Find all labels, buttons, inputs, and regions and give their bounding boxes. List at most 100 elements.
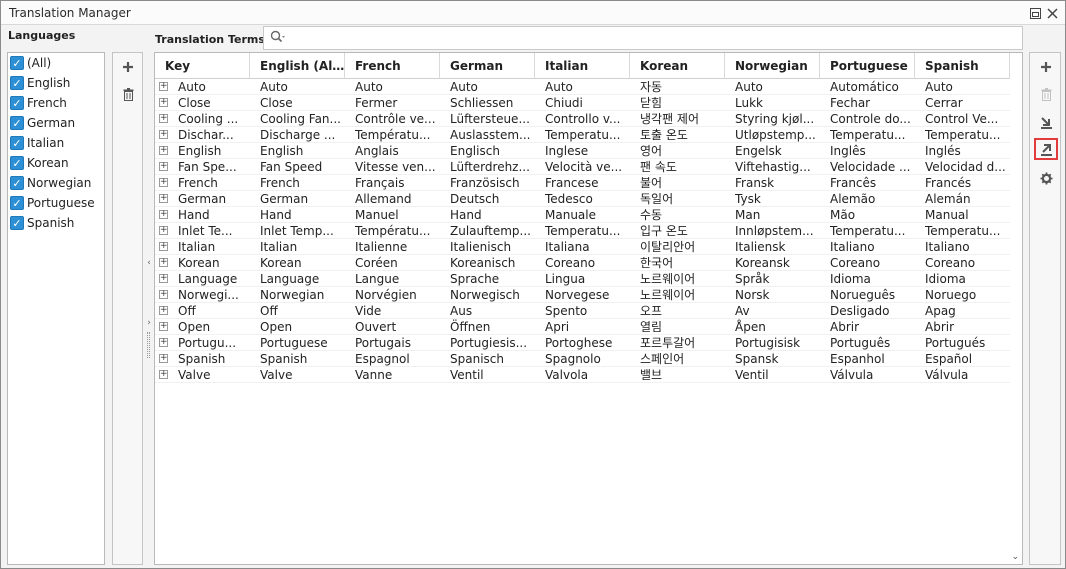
table-row[interactable]: + Valve Valve Vanne Ventil Valvola 밸브 Ventil Vál… [155, 367, 1010, 383]
language-item-all[interactable]: ✓ (All) [10, 54, 51, 72]
translation-cell[interactable]: Francese [535, 175, 630, 191]
translation-cell[interactable]: Spanisch [440, 351, 535, 367]
splitter-grip[interactable] [147, 332, 150, 358]
translation-cell[interactable]: Temperatu... [820, 223, 915, 239]
translation-cell[interactable]: Französisch [440, 175, 535, 191]
expand-row-icon[interactable]: + [159, 370, 168, 379]
translation-cell[interactable]: Controle do... [820, 111, 915, 127]
translation-cell[interactable]: Ventil [440, 367, 535, 383]
checkbox-checked-icon[interactable]: ✓ [10, 196, 24, 210]
translation-cell[interactable]: Control Ve... [915, 111, 1010, 127]
table-row[interactable]: + Close Close Fermer Schliessen Chiudi 닫힘 Lukk F… [155, 95, 1010, 111]
expand-row-icon[interactable]: + [159, 338, 168, 347]
table-row[interactable]: + Open Open Ouvert Öffnen Apri 열림 Åpen Abrir Abri… [155, 319, 1010, 335]
delete-language-button[interactable] [118, 84, 138, 104]
expand-row-icon[interactable]: + [159, 258, 168, 267]
import-button[interactable] [1034, 111, 1058, 133]
translation-cell[interactable]: Spanish [250, 351, 345, 367]
translation-cell[interactable]: Válvula [820, 367, 915, 383]
translation-cell[interactable]: Man [725, 207, 820, 223]
expand-row-icon[interactable]: + [159, 162, 168, 171]
translation-cell[interactable]: Auto [725, 79, 820, 95]
translation-cell[interactable]: Fechar [820, 95, 915, 111]
translation-cell[interactable]: Utløpstemp... [725, 127, 820, 143]
language-item-portuguese[interactable]: ✓ Portuguese [10, 194, 95, 212]
translation-cell[interactable]: 이탈리안어 [630, 239, 725, 255]
translation-cell[interactable]: Contrôle ve... [345, 111, 440, 127]
translation-cell[interactable]: Temperatu... [820, 127, 915, 143]
translation-cell[interactable]: Open [250, 319, 345, 335]
key-cell[interactable]: + French [155, 175, 250, 191]
translation-cell[interactable]: Valve [250, 367, 345, 383]
translation-cell[interactable]: Av [725, 303, 820, 319]
translation-cell[interactable]: Português [820, 335, 915, 351]
translation-cell[interactable]: Italian [250, 239, 345, 255]
table-row[interactable]: + Korean Korean Coréen Koreanisch Coreano 한국어 K… [155, 255, 1010, 271]
translation-cell[interactable]: Auto [250, 79, 345, 95]
translation-cell[interactable]: Velocità ve... [535, 159, 630, 175]
translation-cell[interactable]: Koreansk [725, 255, 820, 271]
translation-cell[interactable]: Portuguese [250, 335, 345, 351]
key-cell[interactable]: + Dischar... [155, 127, 250, 143]
table-row[interactable]: + Dischar... Discharge ... Températu... Ausl… [155, 127, 1010, 143]
translation-cell[interactable]: Tedesco [535, 191, 630, 207]
translation-cell[interactable]: Vide [345, 303, 440, 319]
translation-cell[interactable]: Korean [250, 255, 345, 271]
collapse-left-icon[interactable]: ‹ [145, 258, 153, 268]
key-cell[interactable]: + German [155, 191, 250, 207]
key-cell[interactable]: + Norwegi... [155, 287, 250, 303]
expand-row-icon[interactable]: + [159, 178, 168, 187]
translation-cell[interactable]: Español [915, 351, 1010, 367]
column-header-key[interactable]: Key [155, 53, 250, 79]
key-cell[interactable]: + English [155, 143, 250, 159]
translation-cell[interactable]: Tysk [725, 191, 820, 207]
translation-cell[interactable]: Vitesse ven... [345, 159, 440, 175]
translation-cell[interactable]: Mão [820, 207, 915, 223]
translation-cell[interactable]: Automático [820, 79, 915, 95]
translation-cell[interactable]: Auto [345, 79, 440, 95]
translation-cell[interactable]: Températu... [345, 223, 440, 239]
translation-cell[interactable]: 닫힘 [630, 95, 725, 111]
translation-cell[interactable]: Desligado [820, 303, 915, 319]
table-row[interactable]: + Italian Italian Italienne Italienisch Itali… [155, 239, 1010, 255]
translation-cell[interactable]: Norueguês [820, 287, 915, 303]
translation-cell[interactable]: Coreano [535, 255, 630, 271]
column-header-english-al[interactable]: English (Al… [250, 53, 345, 79]
language-item-korean[interactable]: ✓ Korean [10, 154, 69, 172]
add-term-button[interactable] [1034, 56, 1058, 78]
translation-cell[interactable]: Temperatu... [915, 223, 1010, 239]
language-item-norwegian[interactable]: ✓ Norwegian [10, 174, 91, 192]
key-cell[interactable]: + Cooling ... [155, 111, 250, 127]
translation-cell[interactable]: Lüfterdrehz... [440, 159, 535, 175]
translation-cell[interactable]: Norvegese [535, 287, 630, 303]
translation-cell[interactable]: Temperatu... [915, 127, 1010, 143]
translation-cell[interactable]: Controllo v... [535, 111, 630, 127]
translation-cell[interactable]: Italiensk [725, 239, 820, 255]
language-item-spanish[interactable]: ✓ Spanish [10, 214, 74, 232]
search-box[interactable] [263, 26, 1023, 50]
translation-cell[interactable]: Auto [915, 79, 1010, 95]
translation-cell[interactable]: Lukk [725, 95, 820, 111]
translation-cell[interactable]: Ventil [725, 367, 820, 383]
translation-cell[interactable]: 밸브 [630, 367, 725, 383]
translation-cell[interactable]: Valvola [535, 367, 630, 383]
translation-cell[interactable]: Allemand [345, 191, 440, 207]
table-row[interactable]: + Off Off Vide Aus Spento 오프 Av Desligado Apag [155, 303, 1010, 319]
translation-cell[interactable]: Englisch [440, 143, 535, 159]
expand-row-icon[interactable]: + [159, 210, 168, 219]
key-cell[interactable]: + Language [155, 271, 250, 287]
checkbox-checked-icon[interactable]: ✓ [10, 96, 24, 110]
search-icon[interactable] [270, 30, 286, 48]
language-item-english[interactable]: ✓ English [10, 74, 70, 92]
translation-cell[interactable]: Manual [915, 207, 1010, 223]
translation-cell[interactable]: Chiudi [535, 95, 630, 111]
translation-cell[interactable]: Spansk [725, 351, 820, 367]
translation-cell[interactable]: Portugiesis... [440, 335, 535, 351]
table-row[interactable]: + Norwegi... Norwegian Norvégien Norwegisch N… [155, 287, 1010, 303]
translation-cell[interactable]: Cooling Fan... [250, 111, 345, 127]
translation-cell[interactable]: Manuale [535, 207, 630, 223]
column-header-spanish[interactable]: Spanish [915, 53, 1010, 79]
translation-cell[interactable]: Portoghese [535, 335, 630, 351]
translation-cell[interactable]: Abrir [915, 319, 1010, 335]
translation-cell[interactable]: Norwegisch [440, 287, 535, 303]
